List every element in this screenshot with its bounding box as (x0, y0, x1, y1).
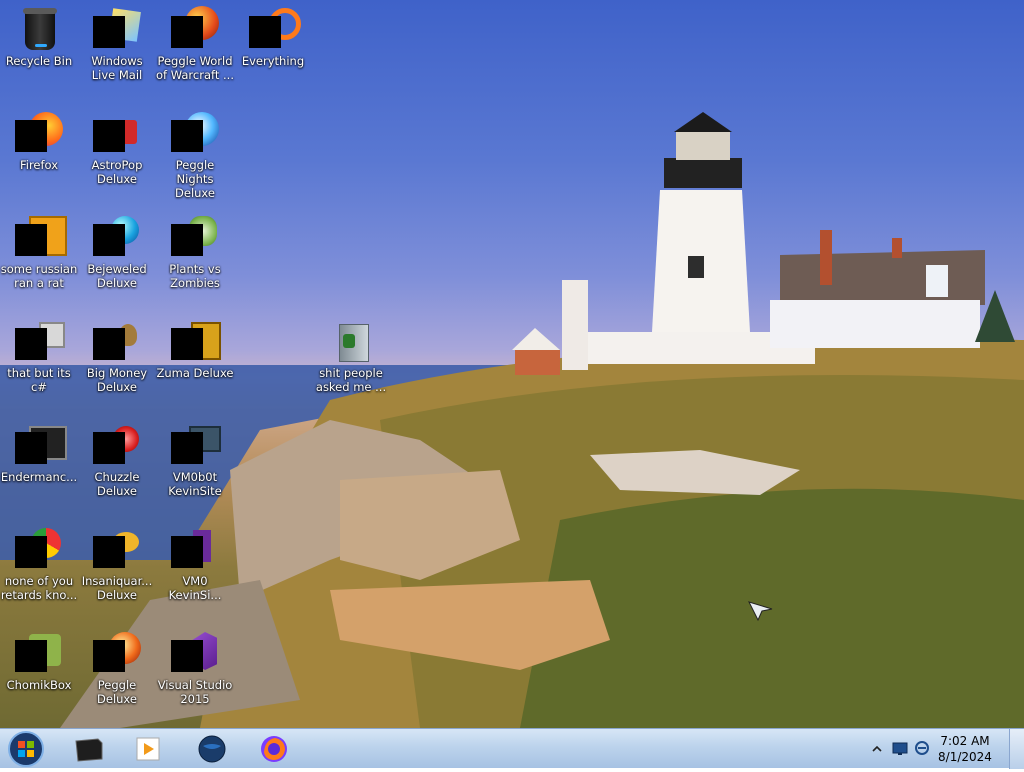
folder-icon (327, 316, 375, 364)
tray-network[interactable] (892, 741, 908, 760)
media-player-icon (136, 737, 160, 761)
desktop-icon-shit-people-asked[interactable]: shit people asked me ... (312, 312, 390, 412)
firefox-icon (261, 736, 287, 762)
icon-label: AstroPop Deluxe (91, 158, 143, 186)
visual-studio-icon (171, 628, 219, 676)
desktop-icon-that-but-its-csharp[interactable]: that but its c# (0, 312, 78, 412)
taskbar-firefox[interactable] (256, 732, 292, 766)
network-globe-icon (915, 741, 929, 755)
tray-volume[interactable] (914, 740, 930, 760)
icon-label: some russian ran a rat (0, 262, 78, 290)
desktop-icon-windows-live-mail[interactable]: Windows Live Mail (78, 0, 156, 100)
big-money-icon (93, 316, 141, 364)
globe-icon (198, 735, 226, 763)
desktop-icon-zuma[interactable]: Zuma Deluxe (156, 312, 234, 412)
desktop-icon-insaniquarium[interactable]: Insaniquar... Deluxe (78, 520, 156, 620)
icon-label: shit people asked me ... (315, 366, 387, 394)
desktop[interactable]: Recycle Bin Windows Live Mail Peggle Wor… (0, 0, 1024, 728)
monitor-icon (892, 742, 908, 755)
explorer-icon (75, 738, 103, 762)
start-orb-icon (8, 731, 44, 767)
file-icon (15, 212, 67, 260)
icon-label: Zuma Deluxe (156, 366, 234, 380)
start-button[interactable] (6, 730, 46, 768)
desktop-icon-chomikbox[interactable]: ChomikBox (0, 624, 78, 724)
clock-date: 8/1/2024 (938, 750, 992, 764)
desktop-icon-endermanch[interactable]: Endermanc... (0, 416, 78, 516)
show-desktop-button[interactable] (1009, 729, 1024, 769)
desktop-icon-chuzzle[interactable]: Chuzzle Deluxe (78, 416, 156, 516)
icon-label: Recycle Bin (5, 54, 73, 68)
desktop-icon-everything[interactable]: Everything (234, 0, 312, 100)
everything-search-icon (249, 4, 301, 52)
show-hidden-icons[interactable] (872, 741, 882, 755)
desktop-icon-plants-vs-zombies[interactable]: Plants vs Zombies (156, 208, 234, 308)
plants-vs-zombies-icon (171, 212, 219, 260)
clock-time: 7:02 AM (940, 734, 990, 748)
bejeweled-icon (93, 212, 141, 260)
visual-studio-file-icon (171, 524, 219, 572)
desktop-icon-recycle-bin[interactable]: Recycle Bin (0, 0, 78, 100)
desktop-icon-bejeweled[interactable]: Bejeweled Deluxe (78, 208, 156, 308)
firefox-icon (15, 108, 63, 156)
peggle-nights-icon (171, 108, 219, 156)
taskbar-explorer[interactable] (70, 732, 106, 766)
chomikbox-icon (15, 628, 63, 676)
desktop-icon-peggle-nights[interactable]: Peggle Nights Deluxe (156, 104, 234, 204)
desktop-icon-big-money[interactable]: Big Money Deluxe (78, 312, 156, 412)
desktop-icon-peggle-deluxe[interactable]: Peggle Deluxe (78, 624, 156, 724)
icon-label: Insaniquar... Deluxe (81, 574, 153, 602)
desktop-icon-none-of-you[interactable]: none of you retards kno... (0, 520, 78, 620)
icon-label: VM0b0t KevinSite (168, 470, 222, 498)
desktop-icon-vm0-kevinsite[interactable]: VM0 KevinSi... (156, 520, 234, 620)
astropop-icon (93, 108, 141, 156)
icon-label: Bejeweled Deluxe (87, 262, 147, 290)
icon-label: Big Money Deluxe (86, 366, 148, 394)
taskbar: 7:02 AM 8/1/2024 (0, 728, 1024, 769)
desktop-icon-firefox[interactable]: Firefox (0, 104, 78, 204)
system-tray: 7:02 AM 8/1/2024 (864, 729, 1024, 769)
icon-label: Chuzzle Deluxe (94, 470, 140, 498)
icon-label: VM0 KevinSi... (168, 574, 222, 602)
taskbar-globe[interactable] (194, 732, 230, 766)
zuma-icon (171, 316, 221, 364)
icon-label: Windows Live Mail (91, 54, 143, 82)
chuzzle-icon (93, 420, 141, 468)
icon-label: Endermanc... (0, 470, 78, 484)
icon-label: Everything (241, 54, 305, 68)
vm-icon (171, 420, 221, 468)
windows-live-mail-icon (93, 4, 141, 52)
icon-label: Visual Studio 2015 (157, 678, 233, 706)
insaniquarium-icon (93, 524, 141, 572)
desktop-icon-some-russian[interactable]: some russian ran a rat (0, 208, 78, 308)
chrome-like-icon (15, 524, 63, 572)
peggle-icon (93, 628, 141, 676)
clock[interactable]: 7:02 AM 8/1/2024 (930, 733, 1000, 765)
desktop-icon-astropop[interactable]: AstroPop Deluxe (78, 104, 156, 204)
icon-label: Firefox (19, 158, 59, 172)
cursor-icon (748, 601, 773, 622)
icon-label: Peggle Deluxe (97, 678, 137, 706)
icon-label: ChomikBox (6, 678, 72, 692)
shortcut-icon (15, 316, 65, 364)
icon-label: none of you retards kno... (0, 574, 78, 602)
icon-label: Peggle Nights Deluxe (175, 158, 215, 200)
peggle-wow-icon (171, 4, 219, 52)
desktop-icon-visual-studio[interactable]: Visual Studio 2015 (156, 624, 234, 724)
desktop-icon-vm0b0t[interactable]: VM0b0t KevinSite (156, 416, 234, 516)
recycle-bin-icon (15, 4, 63, 52)
chevron-up-icon (872, 745, 882, 752)
app-window-icon (15, 420, 67, 468)
icon-label: Plants vs Zombies (169, 262, 221, 290)
icon-label: that but its c# (7, 366, 71, 394)
taskbar-media-player[interactable] (130, 732, 166, 766)
desktop-icon-peggle-wow[interactable]: Peggle World of Warcraft ... (156, 0, 234, 100)
icon-label: Peggle World of Warcraft ... (156, 54, 234, 82)
